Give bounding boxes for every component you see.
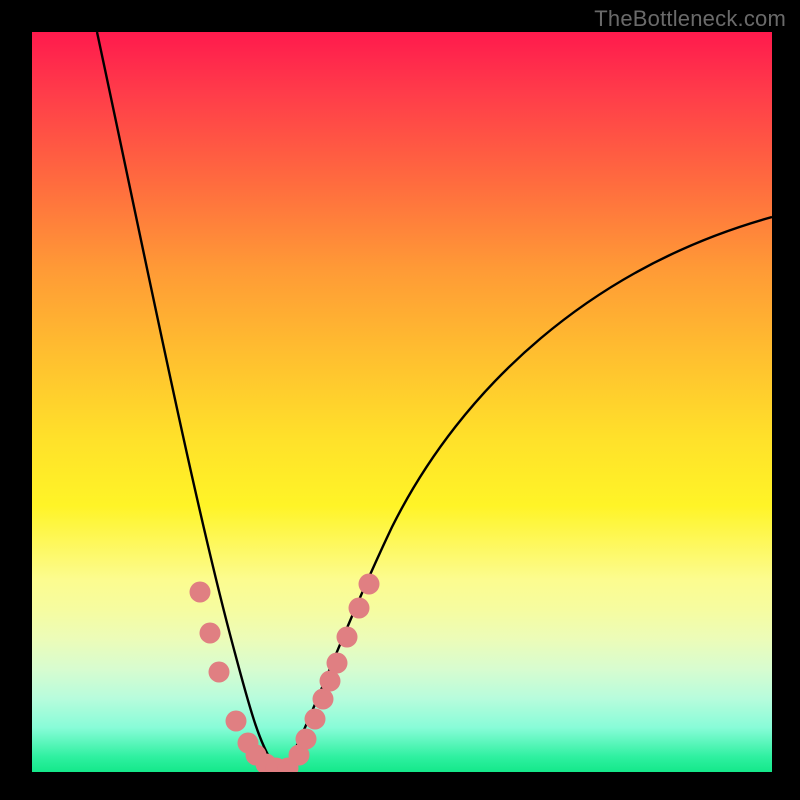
- chart-frame: TheBottleneck.com: [0, 0, 800, 800]
- marker-dot: [327, 653, 348, 674]
- bottleneck-curve: [32, 32, 772, 772]
- marker-dot: [349, 598, 370, 619]
- marker-dot: [313, 689, 334, 710]
- marker-dot: [190, 582, 211, 603]
- marker-dot: [337, 627, 358, 648]
- marker-dot: [209, 662, 230, 683]
- marker-dot: [200, 623, 221, 644]
- marker-dot: [305, 709, 326, 730]
- marker-dots-group: [190, 574, 380, 773]
- curve-lines: [97, 32, 772, 770]
- gradient-plot-area: [32, 32, 772, 772]
- marker-dot: [359, 574, 380, 595]
- watermark-text: TheBottleneck.com: [594, 6, 786, 32]
- right-branch-line: [284, 217, 772, 770]
- marker-dot: [296, 729, 317, 750]
- marker-dot: [320, 671, 341, 692]
- left-branch-line: [97, 32, 278, 770]
- marker-dot: [226, 711, 247, 732]
